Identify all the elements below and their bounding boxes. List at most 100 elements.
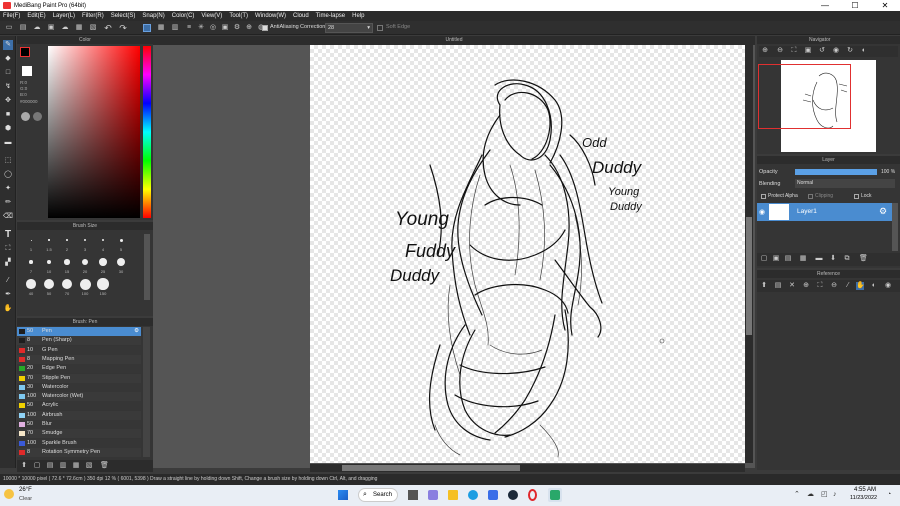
undo-icon[interactable]: ↶ xyxy=(104,24,112,33)
fill-shape-icon[interactable]: ■ xyxy=(3,110,13,120)
flip-horizontal-icon[interactable]: ◐ xyxy=(860,47,868,55)
edge-browser-icon[interactable] xyxy=(468,490,478,500)
clipping-checkbox[interactable] xyxy=(808,194,813,199)
reference-hand-icon[interactable]: ✋ xyxy=(856,282,865,290)
menu-help[interactable]: Help xyxy=(352,13,364,19)
layer-settings-gear-icon[interactable]: ⚙ xyxy=(879,206,887,217)
vanishing-snap-icon[interactable]: ≡ xyxy=(185,24,193,32)
brush-settings-gear-icon[interactable]: ⚙ xyxy=(134,327,139,336)
color-wheel-icon[interactable] xyxy=(21,112,30,121)
menu-cloud[interactable]: Cloud xyxy=(293,13,309,19)
eraser-tool-icon[interactable]: ◆ xyxy=(3,54,13,64)
menu-view[interactable]: View(V) xyxy=(201,13,222,19)
medibang-taskbar-item[interactable] xyxy=(548,488,562,502)
notification-bell-icon[interactable]: ◔ xyxy=(887,491,895,499)
canvas-vscroll-thumb[interactable] xyxy=(746,217,752,335)
canvas-vertical-scrollbar[interactable] xyxy=(745,45,753,463)
new-layer-icon[interactable]: ▢ xyxy=(760,255,768,263)
chevron-up-icon[interactable]: ⌃ xyxy=(794,491,802,499)
perspective-snap-icon[interactable]: ⚙ xyxy=(233,24,241,32)
menu-tool[interactable]: Tool(T) xyxy=(229,13,248,19)
brush-size-option[interactable]: 1 xyxy=(23,234,39,254)
brush-item[interactable]: 70 Stipple Pen xyxy=(17,373,141,383)
clock-date[interactable]: 11/23/2022 xyxy=(850,495,877,501)
operation-tool-icon[interactable]: ▞ xyxy=(3,258,13,268)
divide-tool-icon[interactable]: ⛶ xyxy=(3,244,13,254)
reference-folder-icon[interactable]: ▤ xyxy=(774,282,782,290)
main-color-swatch[interactable] xyxy=(20,47,30,57)
brush-size-option[interactable]: 10 xyxy=(41,256,57,276)
brush-item[interactable]: 100 Airbrush xyxy=(17,410,141,420)
menu-layer[interactable]: Layer(L) xyxy=(53,13,75,19)
lasso-select-icon[interactable]: ◯ xyxy=(3,170,13,180)
taskbar-search-box[interactable]: ⌕ Search xyxy=(358,488,398,502)
soft-edge-checkbox[interactable] xyxy=(377,25,383,31)
eyedropper-icon[interactable]: ⁄ xyxy=(3,276,13,286)
select-pen-icon[interactable]: ✏ xyxy=(3,198,13,208)
move-tool-icon[interactable]: ✥ xyxy=(3,96,13,106)
copy-brush-icon[interactable]: ▥ xyxy=(59,462,67,470)
layer-scrollbar[interactable] xyxy=(892,203,898,251)
new-halftone-layer-icon[interactable]: ▤ xyxy=(784,255,792,263)
zoom-out-icon[interactable]: ⊖ xyxy=(776,47,784,55)
delete-brush-icon[interactable]: 🗑 xyxy=(100,462,109,470)
new-file-icon[interactable]: ▭ xyxy=(5,24,13,32)
delete-layer-icon[interactable]: 🗑 xyxy=(859,255,868,263)
brush-size-scrollbar[interactable] xyxy=(144,234,150,300)
reference-eyedropper-icon[interactable]: ⁄ xyxy=(844,282,852,290)
menu-edit[interactable]: Edit(E) xyxy=(27,13,45,19)
magic-wand-icon[interactable]: ✦ xyxy=(3,184,13,194)
brush-tool-icon[interactable]: ✎ xyxy=(3,40,13,50)
select-tool-icon[interactable]: ⬚ xyxy=(3,156,13,166)
snap-settings-icon[interactable]: ⊕ xyxy=(245,24,253,32)
teams-chat-icon[interactable] xyxy=(428,490,438,500)
brush-item[interactable]: 50 Acrylic xyxy=(17,401,141,411)
sub-color-swatch[interactable] xyxy=(22,66,32,76)
brush-item[interactable]: 10 G Pen xyxy=(17,345,141,355)
brush-size-option[interactable]: 100 xyxy=(77,278,93,298)
brush-size-option[interactable]: 1.5 xyxy=(41,234,57,254)
reference-rotate-icon[interactable]: ◉ xyxy=(884,282,892,290)
lock-checkbox[interactable] xyxy=(854,194,859,199)
brush-size-option[interactable]: 70 xyxy=(59,278,75,298)
clock-time[interactable]: 4:55 AM xyxy=(854,487,876,493)
brush-size-option[interactable]: 20 xyxy=(77,256,93,276)
steam-icon[interactable] xyxy=(508,490,518,500)
new-brush-icon[interactable]: ▢ xyxy=(33,462,41,470)
brush-size-option[interactable]: 3 xyxy=(77,234,93,254)
brush-list-scrollbar[interactable] xyxy=(143,327,150,457)
task-view-icon[interactable] xyxy=(408,490,418,500)
circle-snap-icon[interactable]: ◎ xyxy=(209,24,217,32)
duplicate-layer-icon[interactable]: ⧉ xyxy=(843,255,851,263)
microsoft-store-icon[interactable] xyxy=(488,490,498,500)
onedrive-cloud-icon[interactable]: ☁ xyxy=(807,491,817,499)
redo-icon[interactable]: ↷ xyxy=(119,24,127,33)
actual-size-icon[interactable]: ▣ xyxy=(804,47,812,55)
parallel-snap-icon[interactable]: ▦ xyxy=(157,24,165,32)
hand-tool-icon[interactable]: ✋ xyxy=(3,304,13,314)
brush-item[interactable]: 100 Watercolor (Wet) xyxy=(17,392,141,402)
brush-item[interactable]: 30 Watercolor xyxy=(17,382,141,392)
bucket-tool-icon[interactable]: ⬢ xyxy=(3,124,13,134)
close-button[interactable]: ✕ xyxy=(870,0,900,11)
cross-snap-icon[interactable]: ▥ xyxy=(171,24,179,32)
rotate-right-icon[interactable]: ↻ xyxy=(846,47,854,55)
add-brush-icon[interactable]: ⬆ xyxy=(20,462,28,470)
canvas-horizontal-scrollbar[interactable] xyxy=(310,464,745,472)
weather-sun-icon[interactable] xyxy=(4,489,14,499)
visibility-eye-icon[interactable]: ◉ xyxy=(759,208,765,216)
rotate-left-icon[interactable]: ↺ xyxy=(818,47,826,55)
select-eraser-icon[interactable]: ⌫ xyxy=(3,212,13,222)
menu-select[interactable]: Select(S) xyxy=(111,13,136,19)
antialiasing-checkbox[interactable] xyxy=(262,25,268,31)
reference-close-icon[interactable]: ✕ xyxy=(788,282,796,290)
radial-snap-icon[interactable]: ✳ xyxy=(197,24,205,32)
move-brush-icon[interactable]: ▦ xyxy=(72,462,80,470)
brush-size-option[interactable]: 4 xyxy=(95,234,111,254)
curve-snap-icon[interactable]: ▣ xyxy=(221,24,229,32)
layer-row-layer1[interactable]: ◉ Layer1 ⚙ xyxy=(757,203,892,221)
brush-size-option[interactable]: 25 xyxy=(95,256,111,276)
windows-start-icon[interactable] xyxy=(338,490,348,500)
cloud-icon[interactable]: ☁ xyxy=(33,24,41,32)
gradient-tool-icon[interactable]: ▬ xyxy=(3,138,13,148)
